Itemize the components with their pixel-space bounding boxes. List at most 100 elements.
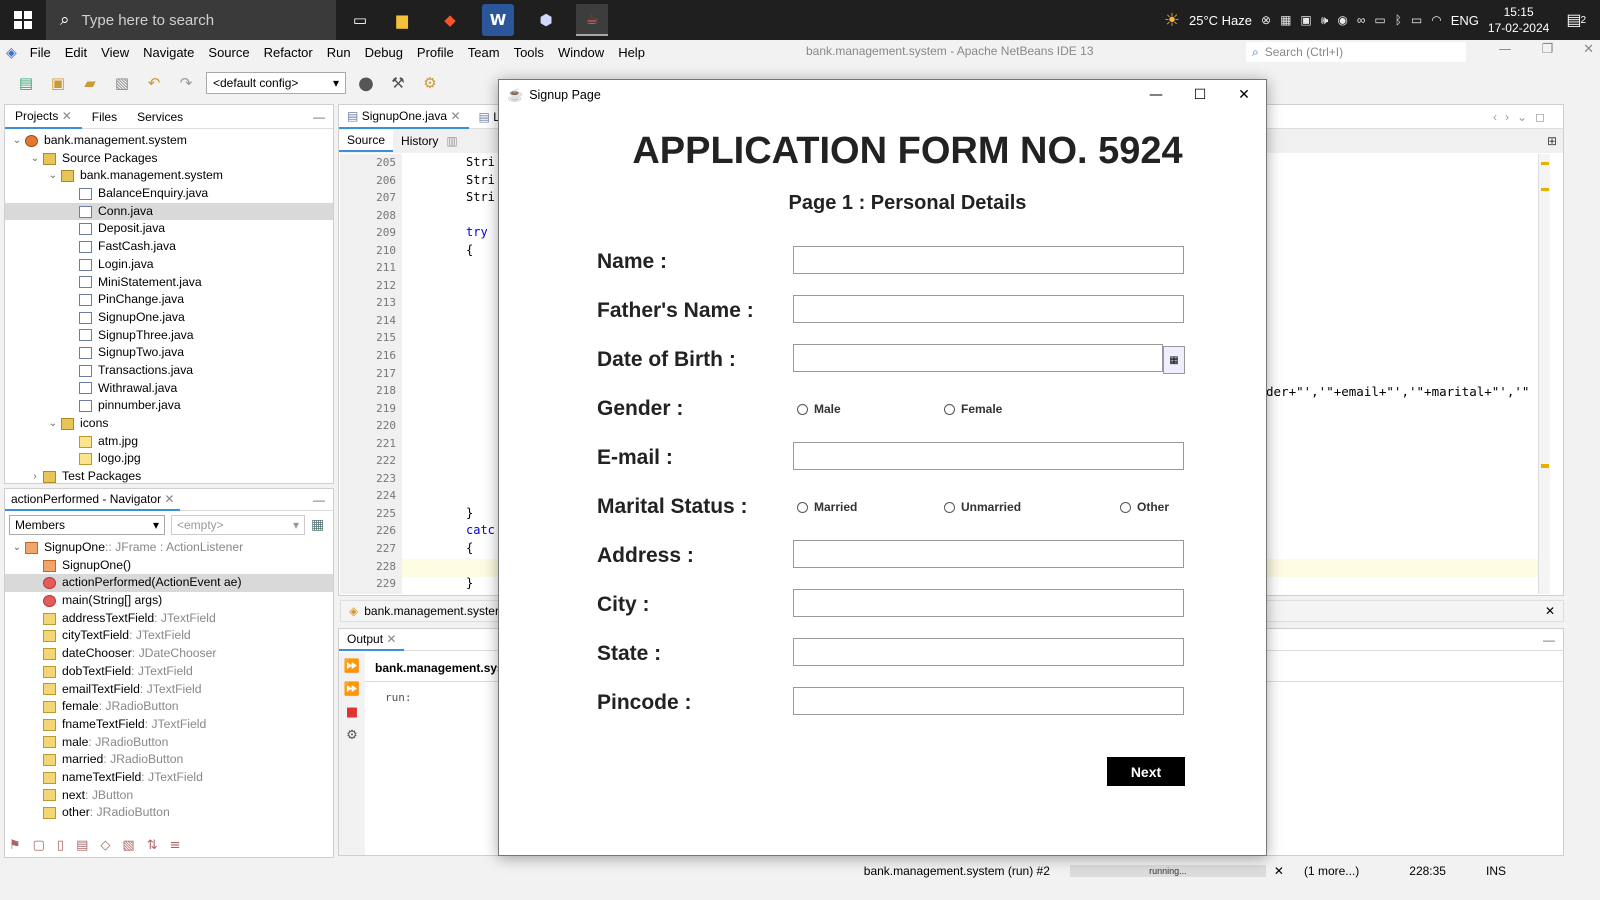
minimize-panel-icon[interactable]: —	[313, 493, 333, 507]
project-tree-item[interactable]: ⌄ bank.management.system	[5, 132, 333, 150]
chevron-down-icon[interactable]: ›	[27, 468, 43, 486]
tab-projects[interactable]: Projects ✕	[5, 104, 82, 129]
start-button[interactable]	[0, 0, 46, 40]
menu-refactor[interactable]: Refactor	[257, 45, 320, 60]
navigator-item[interactable]: other : JRadioButton	[5, 804, 333, 822]
minimize-icon[interactable]: —	[1498, 42, 1511, 57]
minimize-panel-icon[interactable]: —	[1543, 633, 1563, 647]
breadcrumb[interactable]: bank.management.syster	[364, 604, 499, 618]
project-tree-item[interactable]: ⌄ bank.management.system	[5, 167, 333, 185]
rerun-with-params-icon[interactable]: ⏩	[344, 682, 360, 697]
task-view-icon[interactable]: ▭	[344, 4, 376, 36]
tab-navigator[interactable]: actionPerformed - Navigator ✕	[5, 488, 181, 511]
settings-icon[interactable]: ⚙	[346, 728, 358, 743]
project-tree-item[interactable]: Transactions.java	[5, 362, 333, 380]
volume-icon[interactable]: 🕪	[1321, 13, 1329, 28]
close-icon[interactable]: ✕	[164, 492, 174, 506]
file-explorer-icon[interactable]: ▆	[386, 4, 418, 36]
members-select[interactable]: Members ▾	[9, 515, 165, 535]
menu-view[interactable]: View	[94, 45, 136, 60]
project-tree-item[interactable]: › Test Packages	[5, 468, 333, 486]
maximize-icon[interactable]: ❐	[1541, 42, 1553, 57]
navigator-item[interactable]: next : JButton	[5, 787, 333, 805]
wifi-icon[interactable]: ◠	[1431, 13, 1441, 27]
gender-male-radio[interactable]: Male	[797, 402, 841, 416]
menu-navigate[interactable]: Navigate	[136, 45, 201, 60]
globe-icon[interactable]: ●	[354, 71, 378, 95]
filter-fields-icon[interactable]: ▢	[33, 838, 45, 853]
navigator-item[interactable]: addressTextField : JTextField	[5, 610, 333, 628]
navigator-item[interactable]: ⌄ SignupOne :: JFrame : ActionListener	[5, 539, 333, 557]
marital-other-radio[interactable]: Other	[1120, 500, 1169, 514]
project-tree-item[interactable]: MiniStatement.java	[5, 274, 333, 292]
menu-tools[interactable]: Tools	[507, 45, 551, 60]
sort-alpha-icon[interactable]: ⇅	[147, 838, 158, 853]
gender-female-radio[interactable]: Female	[944, 402, 1002, 416]
pincode-field[interactable]	[793, 687, 1184, 715]
open-project-icon[interactable]: ▰	[78, 71, 102, 95]
battery-icon[interactable]: ▭	[1411, 13, 1422, 27]
network-share-icon[interactable]: ∞	[1357, 13, 1366, 27]
app-cube-icon[interactable]: ⬢	[530, 4, 562, 36]
email-field[interactable]	[793, 442, 1184, 470]
project-tree-item[interactable]: Conn.java	[5, 202, 333, 221]
new-project-icon[interactable]: ▣	[46, 71, 70, 95]
name-field[interactable]	[793, 246, 1184, 274]
dob-field[interactable]	[793, 344, 1163, 372]
bluetooth-icon[interactable]: ᛒ	[1395, 13, 1402, 27]
close-icon[interactable]: ✕	[1222, 87, 1266, 103]
menu-debug[interactable]: Debug	[358, 45, 410, 60]
navigator-item[interactable]: emailTextField : JTextField	[5, 681, 333, 699]
navigator-item[interactable]: dobTextField : JTextField	[5, 663, 333, 681]
menu-edit[interactable]: Edit	[58, 45, 94, 60]
tab-services[interactable]: Services	[127, 106, 193, 128]
split-editor-icon[interactable]: ⊞	[1547, 134, 1563, 148]
project-tree-item[interactable]: Deposit.java	[5, 220, 333, 238]
state-field[interactable]	[793, 638, 1184, 666]
xbox-icon[interactable]: ⊗	[1261, 13, 1271, 27]
project-tree-item[interactable]: BalanceEnquiry.java	[5, 185, 333, 203]
project-tree-item[interactable]: ⌄ Source Packages	[5, 150, 333, 168]
navigator-item[interactable]: nameTextField : JTextField	[5, 769, 333, 787]
taskbar-search[interactable]: ⌕ Type here to search	[46, 0, 336, 40]
close-icon[interactable]: ✕	[450, 109, 460, 123]
tab-history[interactable]: History	[393, 131, 446, 151]
project-tree-item[interactable]: Login.java	[5, 256, 333, 274]
navigator-item[interactable]: cityTextField : JTextField	[5, 627, 333, 645]
menu-help[interactable]: Help	[611, 45, 652, 60]
menu-source[interactable]: Source	[201, 45, 256, 60]
ide-search-input[interactable]: ⌕ Search (Ctrl+I)	[1246, 42, 1466, 62]
navigator-item[interactable]: male : JRadioButton	[5, 734, 333, 752]
menu-file[interactable]: File	[23, 45, 58, 60]
calendar-button[interactable]: ▦	[1163, 346, 1185, 374]
navigator-item[interactable]: SignupOne()	[5, 557, 333, 575]
editor-toolbar-icon[interactable]: ▥	[446, 134, 457, 148]
new-file-icon[interactable]: ▤	[14, 71, 38, 95]
navigator-settings-icon[interactable]: ▦	[311, 517, 324, 533]
output-project-tab[interactable]: bank.management.sys	[375, 661, 504, 675]
address-field[interactable]	[793, 540, 1184, 568]
word-icon[interactable]: W	[482, 4, 514, 36]
filter-classes-icon[interactable]: ◇	[100, 838, 110, 853]
config-select[interactable]: <default config> ▾	[206, 72, 346, 94]
navigator-item[interactable]: female : JRadioButton	[5, 698, 333, 716]
marital-unmarried-radio[interactable]: Unmarried	[944, 500, 1021, 514]
sort-order-icon[interactable]: ≡	[170, 838, 181, 853]
project-tree-item[interactable]: atm.jpg	[5, 433, 333, 451]
clock[interactable]: 15:15 17-02-2024	[1488, 4, 1549, 36]
close-icon[interactable]: ✕	[62, 109, 72, 123]
project-tree-item[interactable]: logo.jpg	[5, 450, 333, 468]
filter-inherited-icon[interactable]: ⚑	[9, 838, 21, 853]
status-run-label[interactable]: bank.management.system (run) #2	[864, 864, 1050, 878]
chevron-down-icon[interactable]: ⌄	[27, 150, 43, 168]
screen-icon[interactable]: ▭	[1374, 13, 1385, 27]
project-tree-item[interactable]: SignupOne.java	[5, 309, 333, 327]
editor-error-stripe[interactable]	[1538, 154, 1550, 594]
app-tray-icon[interactable]: ▦	[1280, 13, 1291, 27]
maximize-icon[interactable]: ☐	[1178, 87, 1222, 103]
project-tree-item[interactable]: SignupThree.java	[5, 327, 333, 345]
java-app-icon[interactable]: ☕	[576, 4, 608, 36]
project-tree-item[interactable]: FastCash.java	[5, 238, 333, 256]
empty-select[interactable]: <empty> ▾	[171, 515, 305, 535]
build-hammer-icon[interactable]: ⚒	[386, 71, 410, 95]
